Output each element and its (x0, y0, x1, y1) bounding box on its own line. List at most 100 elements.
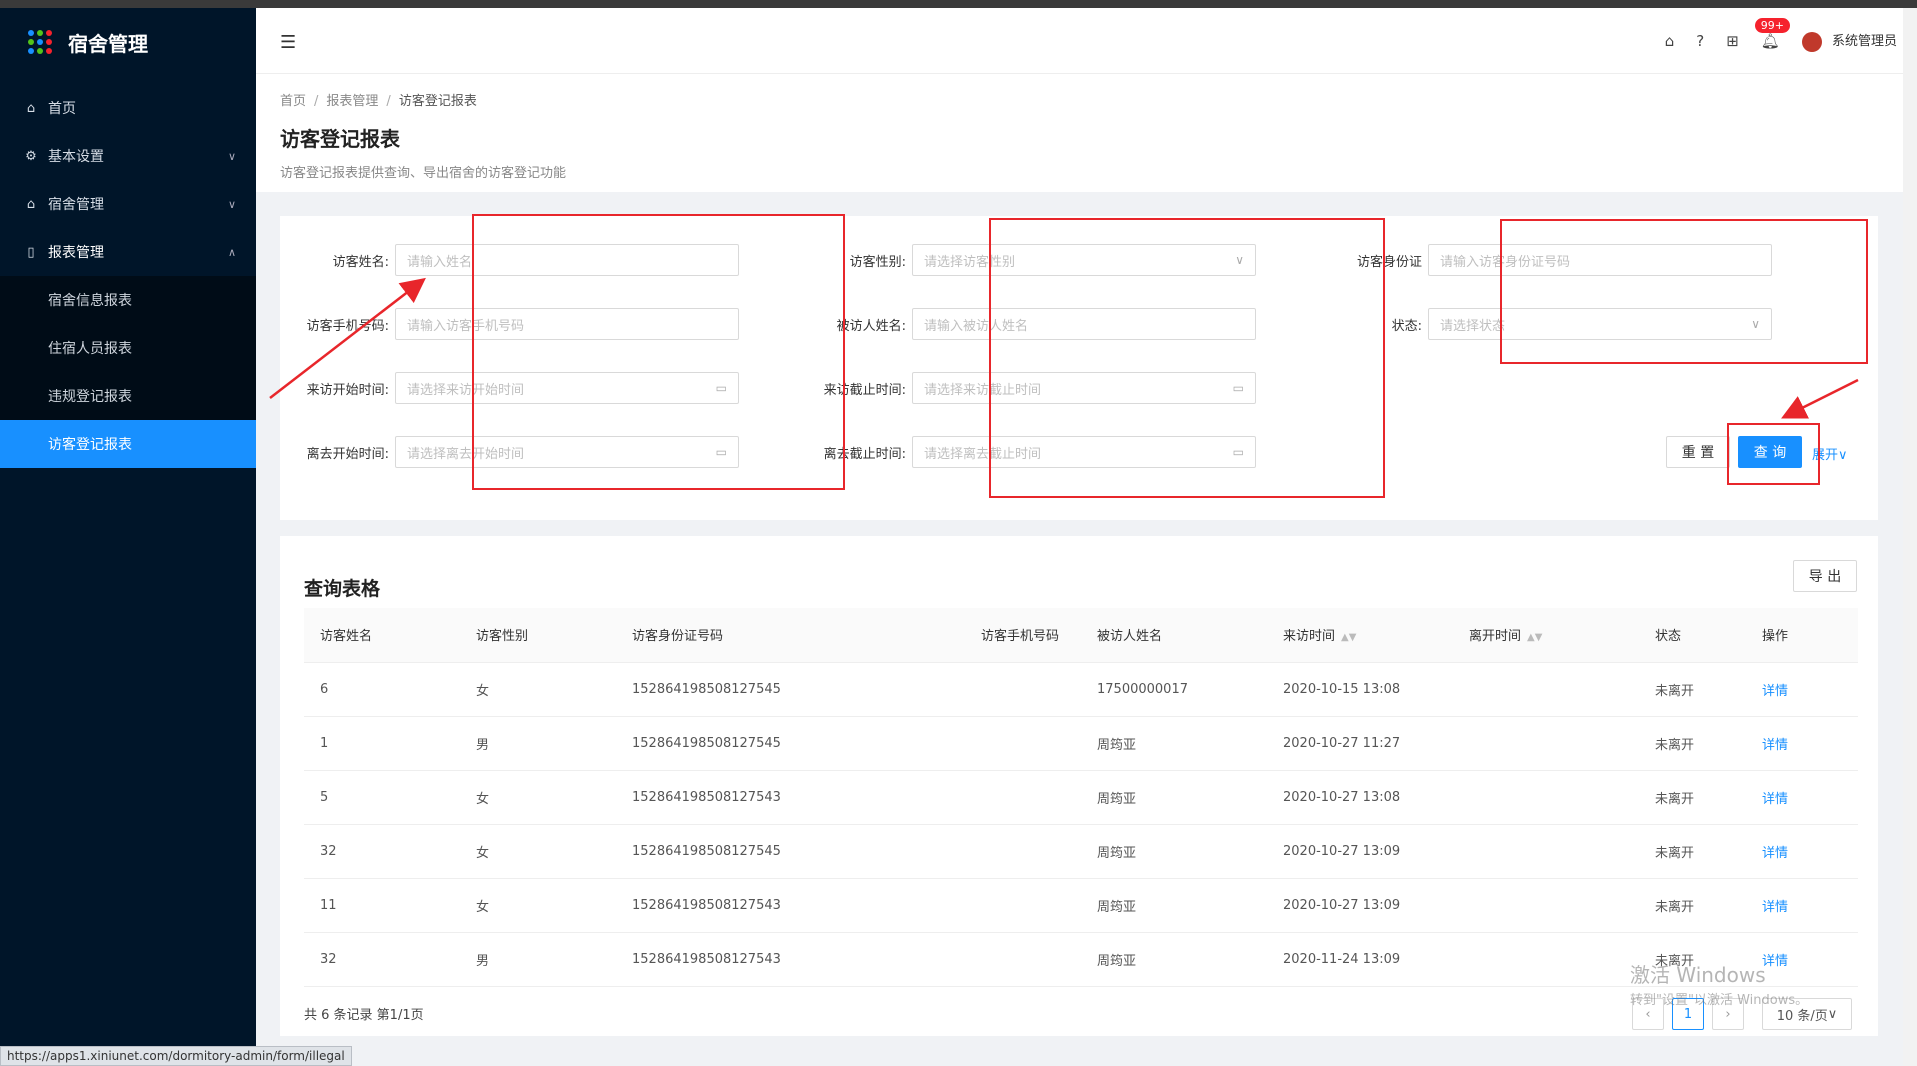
host-name-input[interactable]: 请输入被访人姓名 (912, 308, 1256, 340)
visit-start-date-picker[interactable]: 请选择来访开始时间 ▭ (395, 372, 739, 404)
leave-start-date-picker[interactable]: 请选择离去开始时间 ▭ (395, 436, 739, 468)
bell-icon[interactable]: 🔔︎ 99+ (1754, 17, 1791, 50)
table-row: 1 男 152864198508127545 周筠亚 2020-10-27 11:27 未… (304, 716, 1858, 771)
table-cell: 2020-10-27 13:08 (1267, 770, 1453, 825)
app-title: 宿舍管理 (68, 31, 148, 56)
chevron-down-icon: ∨ (1827, 1006, 1838, 1022)
table-cell (1453, 662, 1639, 717)
form-item-leave-start: 离去开始时间: 请选择离去开始时间 ▭ (280, 436, 739, 468)
breadcrumb-reports[interactable]: 报表管理 (326, 94, 378, 109)
table-cell: 未离开 (1639, 770, 1746, 825)
field-label: 来访开始时间: (306, 382, 389, 398)
table-cell (965, 878, 1081, 933)
table-cell: 未离开 (1639, 824, 1746, 879)
breadcrumb: 首页 / 报表管理 / 访客登记报表 (280, 94, 477, 109)
breadcrumb-home[interactable]: 首页 (280, 94, 306, 109)
table-cell: 周筠亚 (1081, 716, 1267, 771)
status-url-bar: https://apps1.xiniunet.com/dormitory-adm… (0, 1046, 352, 1066)
status-select[interactable]: 请选择状态 ∨ (1428, 308, 1772, 340)
field-label: 访客姓名: (332, 254, 389, 270)
column-header: 状态 (1639, 608, 1746, 663)
field-label: 访客性别: (849, 254, 906, 270)
expand-link[interactable]: 展开∨ (1812, 444, 1848, 463)
calendar-icon: ▭ (715, 381, 727, 395)
visitor-id-input[interactable]: 请输入访客身份证号码 (1428, 244, 1772, 276)
detail-link[interactable]: 详情 (1746, 716, 1858, 771)
table-cell: 女 (460, 662, 616, 717)
header-actions: ⌂ ? ⊞ 🔔︎ 99+ 系统管理员 (1665, 17, 1897, 52)
sidebar: 宿舍管理 ⌂ 首页 ⚙ 基本设置 ∨ ⌂ 宿舍管理 ∨ ▯ 报表管理 ∧ 宿舍信… (0, 8, 256, 1066)
field-label: 访客身份证 (1356, 254, 1422, 270)
scrollbar[interactable] (1903, 8, 1917, 1066)
table-cell: 2020-10-27 13:09 (1267, 878, 1453, 933)
notification-badge: 99+ (1754, 17, 1791, 33)
table-cell: 周筠亚 (1081, 878, 1267, 933)
form-item-visitor-name: 访客姓名: 请输入姓名 (280, 244, 739, 276)
chevron-down-icon: ∨ (1751, 317, 1760, 331)
table-cell: 女 (460, 770, 616, 825)
table-cell (965, 932, 1081, 987)
form-item-leave-end: 离去截止时间: 请选择离去截止时间 ▭ (797, 436, 1256, 468)
app-logo[interactable]: 宿舍管理 (0, 8, 256, 76)
breadcrumb-current: 访客登记报表 (398, 94, 477, 109)
field-label: 离去截止时间: (823, 446, 906, 462)
form-item-visitor-id: 访客身份证 请输入访客身份证号码 (1313, 244, 1772, 276)
table-row: 5 女 152864198508127543 周筠亚 2020-10-27 13:08 未… (304, 770, 1858, 825)
calendar-icon: ▭ (1232, 445, 1244, 459)
chevron-up-icon: ∧ (227, 245, 236, 259)
query-button[interactable]: 查 询 (1738, 436, 1802, 468)
field-label: 被访人姓名: (836, 318, 906, 334)
user-menu[interactable]: 系统管理员 (1801, 30, 1897, 52)
detail-link[interactable]: 详情 (1746, 824, 1858, 879)
detail-link[interactable]: 详情 (1746, 878, 1858, 933)
form-item-visit-start: 来访开始时间: 请选择来访开始时间 ▭ (280, 372, 739, 404)
table-row: 32 女 152864198508127545 周筠亚 2020-10-27 13:09… (304, 824, 1858, 879)
sidebar-subitem-dorm-info-report[interactable]: 宿舍信息报表 (0, 276, 256, 324)
results-table-card: 查询表格 导 出 访客姓名 访客性别 访客身份证号码 访客手机号码 被访人姓名 … (280, 536, 1878, 1036)
sidebar-subitem-violation-report[interactable]: 违规登记报表 (0, 372, 256, 420)
table-row: 32 男 152864198508127543 周筠亚 2020-11-24 13:09… (304, 932, 1858, 987)
table-row: 11 女 152864198508127543 周筠亚 2020-10-27 13:09… (304, 878, 1858, 933)
sidebar-item-dormitory[interactable]: ⌂ 宿舍管理 ∨ (0, 180, 256, 228)
table-cell: 女 (460, 878, 616, 933)
table-cell: 男 (460, 932, 616, 987)
visitor-name-input[interactable]: 请输入姓名 (395, 244, 739, 276)
windows-activation-watermark: 激活 Windows 转到"设置"以激活 Windows。 (1630, 963, 1809, 1008)
leave-end-date-picker[interactable]: 请选择离去截止时间 ▭ (912, 436, 1256, 468)
table-cell: 32 (304, 824, 460, 879)
menu-fold-icon[interactable]: ☰ (280, 32, 296, 53)
table-cell: 152864198508127543 (616, 932, 965, 987)
sidebar-item-home[interactable]: ⌂ 首页 (0, 84, 256, 132)
form-item-status: 状态: 请选择状态 ∨ (1313, 308, 1772, 340)
table-cell: 周筠亚 (1081, 824, 1267, 879)
form-item-visit-end: 来访截止时间: 请选择来访截止时间 ▭ (797, 372, 1256, 404)
column-header-sortable[interactable]: 来访时间 ▲▼ (1267, 608, 1453, 663)
sort-icon[interactable]: ▲▼ (1341, 632, 1356, 643)
table-cell: 周筠亚 (1081, 770, 1267, 825)
visitor-gender-select[interactable]: 请选择访客性别 ∨ (912, 244, 1256, 276)
table-cell: 17500000017 (1081, 662, 1267, 717)
visit-end-date-picker[interactable]: 请选择来访截止时间 ▭ (912, 372, 1256, 404)
detail-link[interactable]: 详情 (1746, 662, 1858, 717)
home-icon: ⌂ (26, 196, 36, 212)
table-cell: 未离开 (1639, 716, 1746, 771)
sidebar-item-basic-settings[interactable]: ⚙ 基本设置 ∨ (0, 132, 256, 180)
home-icon[interactable]: ⌂ (1665, 32, 1675, 50)
avatar (1801, 31, 1822, 52)
table-cell (1453, 716, 1639, 771)
visitor-phone-input[interactable]: 请输入访客手机号码 (395, 308, 739, 340)
reset-button[interactable]: 重 置 (1666, 436, 1730, 468)
export-button[interactable]: 导 出 (1793, 560, 1857, 592)
help-icon[interactable]: ? (1696, 32, 1704, 50)
table-cell: 1 (304, 716, 460, 771)
table-title: 查询表格 (304, 578, 381, 600)
column-header-sortable[interactable]: 离开时间 ▲▼ (1453, 608, 1639, 663)
sort-icon[interactable]: ▲▼ (1527, 632, 1542, 643)
apps-icon[interactable]: ⊞ (1726, 32, 1739, 50)
user-name: 系统管理员 (1831, 34, 1897, 49)
detail-link[interactable]: 详情 (1746, 770, 1858, 825)
table-cell: 152864198508127545 (616, 662, 965, 717)
sidebar-item-reports[interactable]: ▯ 报表管理 ∧ (0, 228, 256, 276)
sidebar-subitem-resident-report[interactable]: 住宿人员报表 (0, 324, 256, 372)
sidebar-subitem-visitor-report[interactable]: 访客登记报表 (0, 420, 256, 468)
